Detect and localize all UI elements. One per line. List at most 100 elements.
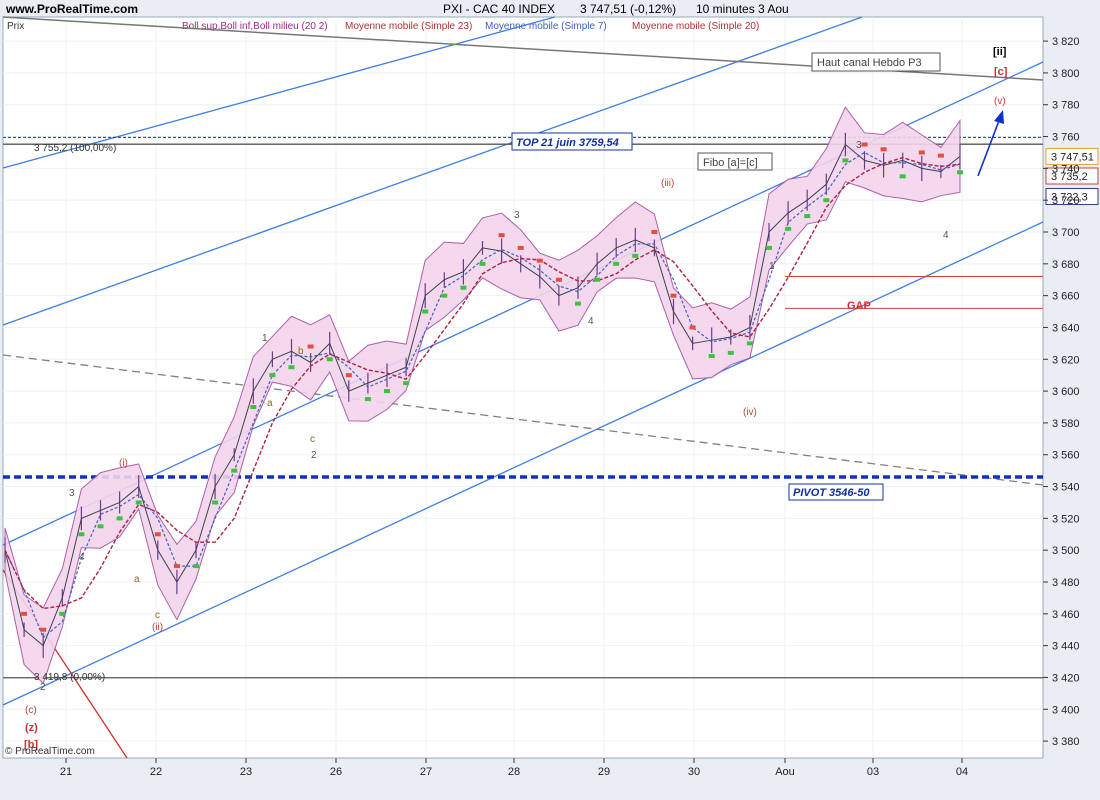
chart-title: PXI - CAC 40 INDEX <box>443 2 555 16</box>
y-tick-label-22: 3 820 <box>1052 36 1080 48</box>
price-label-0: 3 747,51 <box>1051 151 1094 163</box>
trend-dot-up <box>594 277 601 282</box>
y-tick-label-12: 3 620 <box>1052 354 1080 366</box>
y-tick-label-5: 3 480 <box>1052 577 1080 589</box>
legend-item-ma7: Moyenne mobile (Simple 7) <box>485 21 607 32</box>
trend-dot-up <box>632 253 639 258</box>
y-tick-label-10: 3 580 <box>1052 418 1080 430</box>
y-tick-label-3: 3 440 <box>1052 641 1080 653</box>
trend-dot-down <box>689 325 696 330</box>
trend-dot-up <box>116 516 123 521</box>
trend-dot-up <box>842 158 849 163</box>
y-tick-label-15: 3 680 <box>1052 259 1080 271</box>
wave-c-label: c <box>310 434 315 445</box>
x-tick-label-5: 28 <box>508 766 520 778</box>
trend-dot-up <box>364 397 371 402</box>
wave-v-label: (v) <box>994 96 1006 107</box>
trend-dot-up <box>746 341 753 346</box>
y-tick-label-1: 3 400 <box>1052 704 1080 716</box>
y-tick-label-7: 3 520 <box>1052 513 1080 525</box>
legend-item-ma20: Moyenne mobile (Simple 20) <box>632 21 759 32</box>
last-price-header: 3 747,51 (-0,12%) <box>580 2 676 16</box>
y-tick-label-2: 3 420 <box>1052 672 1080 684</box>
y-tick-label-9: 3 560 <box>1052 450 1080 462</box>
plot-area <box>2 16 1044 759</box>
trend-dot-down <box>937 153 944 158</box>
x-tick-label-4: 27 <box>420 766 432 778</box>
y-tick-label-20: 3 780 <box>1052 100 1080 112</box>
wave-z-label: (z) <box>25 722 38 734</box>
x-tick-label-1: 22 <box>150 766 162 778</box>
legend-item-boll: Boll sup,Boll inf,Boll milieu (20 2) <box>182 21 328 32</box>
x-tick-label-9: 03 <box>867 766 879 778</box>
wave-a-label: a <box>134 574 140 585</box>
wave-i-label: (i) <box>119 458 128 469</box>
wave-ii-label: (ii) <box>152 622 163 633</box>
trend-dot-up <box>193 564 199 569</box>
wave-b-label: b <box>298 346 304 357</box>
trend-dot-down <box>154 532 161 537</box>
x-tick-label-2: 23 <box>240 766 252 778</box>
gap-label: GAP <box>847 300 871 312</box>
trend-dot-up <box>823 198 830 203</box>
y-tick-label-14: 3 660 <box>1052 291 1080 303</box>
trend-dot-down <box>21 611 28 616</box>
trend-dot-up <box>269 373 276 378</box>
trend-dot-down <box>307 344 314 349</box>
trend-dot-down <box>517 245 524 250</box>
x-tick-label-7: 30 <box>688 766 700 778</box>
wave-4b-label: 4 <box>943 230 949 241</box>
wave-iii-label: (iii) <box>661 178 674 189</box>
trend-dot-up <box>384 389 390 394</box>
trend-dot-down <box>40 627 47 632</box>
fibo-100-label: 3 755,2 (100,00%) <box>34 143 116 154</box>
trend-dot-up <box>460 285 467 290</box>
trend-dot-down <box>555 277 562 282</box>
trend-dot-up <box>59 611 66 616</box>
legend-item-prix: Prix <box>7 21 24 32</box>
trend-dot-down <box>670 293 677 298</box>
wave-3c-label: 3 <box>69 488 75 499</box>
trend-dot-down <box>880 147 887 152</box>
hebdo-box-label: Haut canal Hebdo P3 <box>817 57 922 69</box>
trend-dot-down <box>651 230 658 234</box>
trend-dot-up <box>479 261 486 266</box>
wave-c2-label: c <box>155 610 160 621</box>
trend-dot-up <box>422 309 429 314</box>
trend-dot-up <box>441 293 448 298</box>
trend-dot-down <box>918 150 925 155</box>
trend-dot-down <box>498 233 505 238</box>
trend-dot-up <box>78 532 85 537</box>
x-tick-label-8: Aou <box>775 766 795 778</box>
trend-dot-up <box>957 170 963 175</box>
trend-dot-up <box>613 261 620 266</box>
wave-1b-label: 1 <box>769 261 775 272</box>
copyright: © ProRealTime.com <box>5 746 95 757</box>
y-tick-label-19: 3 760 <box>1052 132 1080 144</box>
fibo-box-label: Fibo [a]=[c] <box>703 157 758 169</box>
wave-iv-label: (iv) <box>743 407 757 418</box>
wave-a2-label: a <box>267 398 273 409</box>
trend-dot-up <box>288 365 295 370</box>
trend-dot-up <box>575 301 581 306</box>
y-tick-label-16: 3 700 <box>1052 227 1080 239</box>
trend-dot-down <box>345 373 352 378</box>
site-label: www.ProRealTime.com <box>5 2 138 16</box>
wave-2c-label: 2 <box>40 682 46 693</box>
legend-item-ma23: Moyenne mobile (Simple 23) <box>345 21 472 32</box>
trend-dot-up <box>231 468 238 473</box>
price-chart: www.ProRealTime.com PXI - CAC 40 INDEX 3… <box>0 0 1100 800</box>
pivot-box-label: PIVOT 3546-50 <box>793 487 870 499</box>
trend-dot-up <box>135 500 142 505</box>
wave-3b-label: 3 <box>856 140 862 151</box>
trend-dot-up <box>97 524 104 529</box>
y-tick-label-4: 3 460 <box>1052 609 1080 621</box>
trend-dot-up <box>250 405 257 409</box>
trend-dot-up <box>708 354 715 359</box>
trend-dot-up <box>727 350 734 355</box>
y-tick-label-18: 3 740 <box>1052 163 1080 175</box>
trend-dot-up <box>212 500 219 505</box>
y-tick-label-0: 3 380 <box>1052 736 1080 748</box>
wave-3-label: 3 <box>514 210 520 221</box>
trend-dot-down <box>173 564 180 569</box>
